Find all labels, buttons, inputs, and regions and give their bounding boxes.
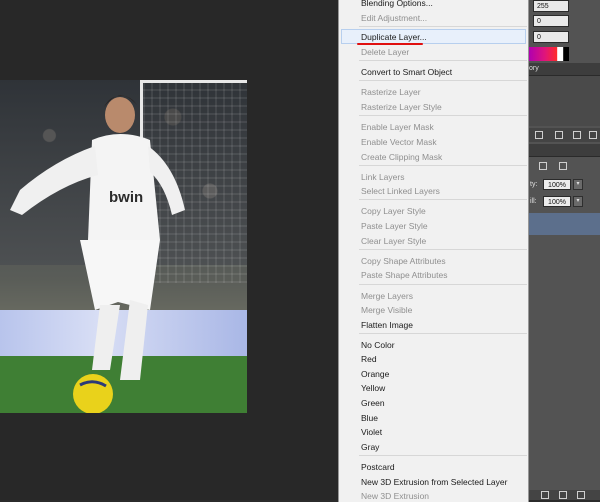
menu-item-merge-layers[interactable]: Merge Layers <box>361 291 413 301</box>
menu-item-duplicate-layer[interactable]: Duplicate Layer... <box>361 32 427 42</box>
document-canvas: bwin <box>0 0 338 500</box>
menu-separator <box>359 333 527 334</box>
menu-item-blue[interactable]: Blue <box>361 413 378 423</box>
menu-item-create-clipping-mask[interactable]: Create Clipping Mask <box>361 152 442 162</box>
menu-separator <box>359 60 527 61</box>
filter-type-icon[interactable] <box>559 162 567 170</box>
menu-item-copy-layer-style[interactable]: Copy Layer Style <box>361 206 426 216</box>
football-photo: bwin <box>0 80 247 413</box>
opacity-dropdown-arrow[interactable]: ▾ <box>573 179 583 190</box>
menu-item-new-3d-extrusion-selected[interactable]: New 3D Extrusion from Selected Layer <box>361 477 507 487</box>
fill-input[interactable]: 100% <box>543 196 571 207</box>
menu-item-paste-layer-style[interactable]: Paste Layer Style <box>361 221 428 231</box>
fill-label: ill: <box>530 198 537 205</box>
opacity-input[interactable]: 100% <box>543 179 571 190</box>
menu-separator <box>359 165 527 166</box>
group-folder-icon[interactable] <box>541 491 549 499</box>
new-snapshot-icon[interactable] <box>535 131 543 139</box>
trash-icon[interactable] <box>589 131 597 139</box>
menu-separator <box>359 26 527 27</box>
menu-item-flatten-image[interactable]: Flatten Image <box>361 320 413 330</box>
menu-item-convert-smart-object[interactable]: Convert to Smart Object <box>361 67 452 77</box>
menu-item-link-layers[interactable]: Link Layers <box>361 172 404 182</box>
menu-item-rasterize-layer[interactable]: Rasterize Layer <box>361 87 421 97</box>
filter-icon[interactable] <box>539 162 547 170</box>
menu-item-gray[interactable]: Gray <box>361 442 379 452</box>
history-panel-footer <box>529 128 600 142</box>
color-field-g[interactable]: 0 <box>533 15 569 27</box>
menu-item-copy-shape-attributes[interactable]: Copy Shape Attributes <box>361 256 446 266</box>
fill-dropdown-arrow[interactable]: ▾ <box>573 196 583 207</box>
delete-layer-icon[interactable] <box>577 491 585 499</box>
selected-layer-row[interactable] <box>529 213 600 235</box>
menu-item-no-color[interactable]: No Color <box>361 340 395 350</box>
right-panels: 255 0 0 ory ty: 100% ▾ ill: 100% ▾ <box>529 0 600 500</box>
menu-item-orange[interactable]: Orange <box>361 369 389 379</box>
layers-tab-strip <box>529 144 600 157</box>
history-tab-label[interactable]: ory <box>529 65 539 72</box>
menu-separator <box>359 249 527 250</box>
menu-item-enable-layer-mask[interactable]: Enable Layer Mask <box>361 122 434 132</box>
layer-context-menu: Blending Options... Edit Adjustment... D… <box>338 0 529 502</box>
menu-item-clear-layer-style[interactable]: Clear Layer Style <box>361 236 426 246</box>
color-field-r[interactable]: 255 <box>533 0 569 12</box>
jersey-sponsor-text: bwin <box>109 189 143 206</box>
menu-item-yellow[interactable]: Yellow <box>361 383 385 393</box>
menu-item-paste-shape-attributes[interactable]: Paste Shape Attributes <box>361 270 447 280</box>
menu-separator <box>359 115 527 116</box>
menu-item-delete-layer[interactable]: Delete Layer <box>361 47 409 57</box>
red-underline-annotation <box>357 43 423 45</box>
menu-item-rasterize-layer-style[interactable]: Rasterize Layer Style <box>361 102 442 112</box>
menu-item-postcard[interactable]: Postcard <box>361 462 395 472</box>
menu-separator <box>359 80 527 81</box>
new-document-icon[interactable] <box>573 131 581 139</box>
menu-item-red[interactable]: Red <box>361 354 377 364</box>
menu-item-enable-vector-mask[interactable]: Enable Vector Mask <box>361 137 437 147</box>
history-tab-strip: ory <box>529 63 600 76</box>
layers-footer <box>529 490 600 500</box>
color-ramp[interactable] <box>529 47 569 61</box>
camera-icon[interactable] <box>555 131 563 139</box>
color-field-b[interactable]: 0 <box>533 31 569 43</box>
menu-separator <box>359 284 527 285</box>
history-panel-body <box>529 76 600 126</box>
menu-item-select-linked-layers[interactable]: Select Linked Layers <box>361 186 440 196</box>
opacity-label: ty: <box>530 181 538 188</box>
menu-item-green[interactable]: Green <box>361 398 385 408</box>
menu-separator <box>359 199 527 200</box>
menu-item-violet[interactable]: Violet <box>361 427 382 437</box>
menu-item-edit-adjustment[interactable]: Edit Adjustment... <box>361 13 427 23</box>
new-layer-icon[interactable] <box>559 491 567 499</box>
player-figure: bwin <box>10 95 185 413</box>
menu-item-merge-visible[interactable]: Merge Visible <box>361 305 412 315</box>
menu-item-blending-options[interactable]: Blending Options... <box>361 0 433 8</box>
menu-separator <box>359 455 527 456</box>
